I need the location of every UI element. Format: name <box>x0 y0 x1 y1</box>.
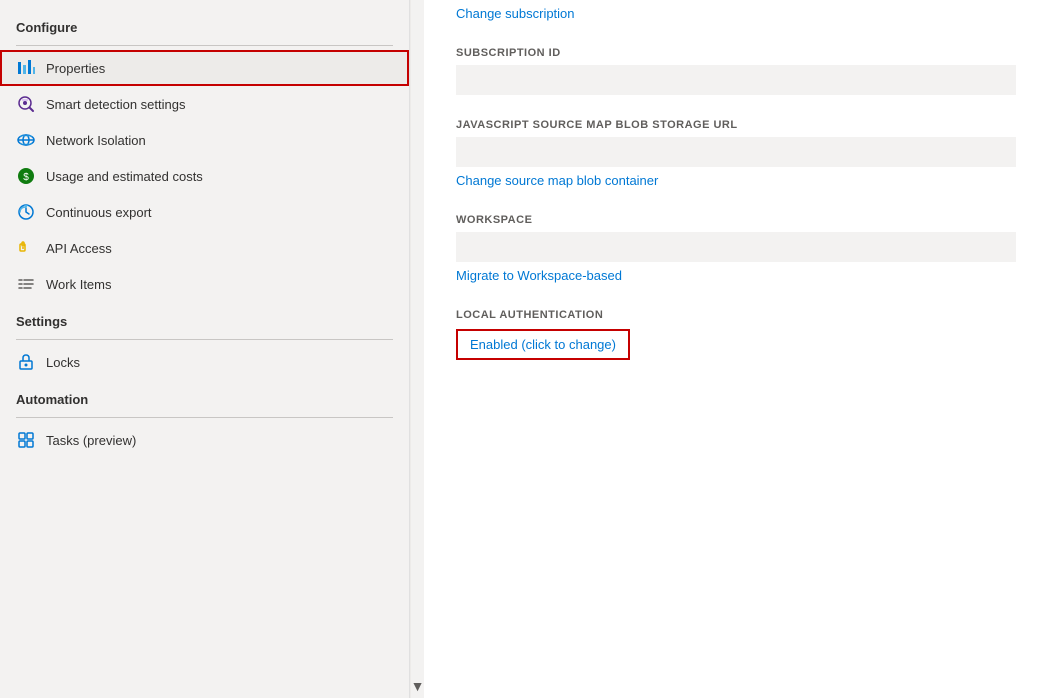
subscription-id-label: SUBSCRIPTION ID <box>456 47 1016 59</box>
sidebar-item-properties[interactable]: Properties <box>0 50 409 86</box>
sidebar-item-locks[interactable]: Locks <box>0 344 409 380</box>
continuous-export-icon <box>16 202 36 222</box>
sidebar-item-work-items[interactable]: Work Items <box>0 266 409 302</box>
sidebar-item-smart-detection-label: Smart detection settings <box>46 97 185 112</box>
usage-costs-icon: $ <box>16 166 36 186</box>
api-access-icon <box>16 238 36 258</box>
change-source-map-link[interactable]: Change source map blob container <box>456 173 658 188</box>
sidebar-item-properties-label: Properties <box>46 61 105 76</box>
subscription-id-input[interactable] <box>456 65 1016 95</box>
change-subscription-link[interactable]: Change subscription <box>456 6 575 21</box>
sidebar-item-continuous-export[interactable]: Continuous export <box>0 194 409 230</box>
local-auth-enabled-badge[interactable]: Enabled (click to change) <box>456 329 630 360</box>
main-content: Change subscription SUBSCRIPTION ID JAVA… <box>424 0 1048 698</box>
locks-icon <box>16 352 36 372</box>
settings-section-label: Settings <box>0 302 409 335</box>
properties-icon <box>16 58 36 78</box>
sidebar-item-tasks-preview[interactable]: Tasks (preview) <box>0 422 409 458</box>
sidebar-item-usage-costs-label: Usage and estimated costs <box>46 169 203 184</box>
sidebar-item-smart-detection[interactable]: Smart detection settings <box>0 86 409 122</box>
smart-detection-icon <box>16 94 36 114</box>
tasks-icon <box>16 430 36 450</box>
workspace-section: WORKSPACE Migrate to Workspace-based <box>456 214 1016 285</box>
local-auth-section: LOCAL AUTHENTICATION Enabled (click to c… <box>456 309 1016 360</box>
js-source-map-label: JAVASCRIPT SOURCE MAP BLOB STORAGE URL <box>456 119 1016 131</box>
sidebar-item-api-access[interactable]: API Access <box>0 230 409 266</box>
sidebar-item-continuous-export-label: Continuous export <box>46 205 152 220</box>
automation-divider <box>16 417 393 418</box>
sidebar-item-network-isolation[interactable]: Network Isolation <box>0 122 409 158</box>
svg-text:$: $ <box>23 172 29 183</box>
workspace-label: WORKSPACE <box>456 214 1016 226</box>
local-auth-label: LOCAL AUTHENTICATION <box>456 309 1016 321</box>
network-isolation-icon <box>16 130 36 150</box>
change-subscription-section: Change subscription <box>456 0 1016 23</box>
scroll-down-arrow[interactable]: ▼ <box>411 678 425 694</box>
configure-section-label: Configure <box>0 8 409 41</box>
sidebar-item-locks-label: Locks <box>46 355 80 370</box>
js-source-map-input[interactable] <box>456 137 1016 167</box>
settings-divider <box>16 339 393 340</box>
configure-divider <box>16 45 393 46</box>
sidebar: Configure Properties Smart detection set… <box>0 0 410 698</box>
sidebar-scrollbar: ▼ <box>410 0 424 698</box>
js-source-map-section: JAVASCRIPT SOURCE MAP BLOB STORAGE URL C… <box>456 119 1016 190</box>
migrate-workspace-link[interactable]: Migrate to Workspace-based <box>456 268 622 283</box>
subscription-id-section: SUBSCRIPTION ID <box>456 47 1016 95</box>
sidebar-item-api-access-label: API Access <box>46 241 112 256</box>
work-items-icon <box>16 274 36 294</box>
sidebar-item-usage-costs[interactable]: $ Usage and estimated costs <box>0 158 409 194</box>
sidebar-item-network-isolation-label: Network Isolation <box>46 133 146 148</box>
workspace-input[interactable] <box>456 232 1016 262</box>
automation-section-label: Automation <box>0 380 409 413</box>
sidebar-item-work-items-label: Work Items <box>46 277 112 292</box>
sidebar-item-tasks-preview-label: Tasks (preview) <box>46 433 136 448</box>
